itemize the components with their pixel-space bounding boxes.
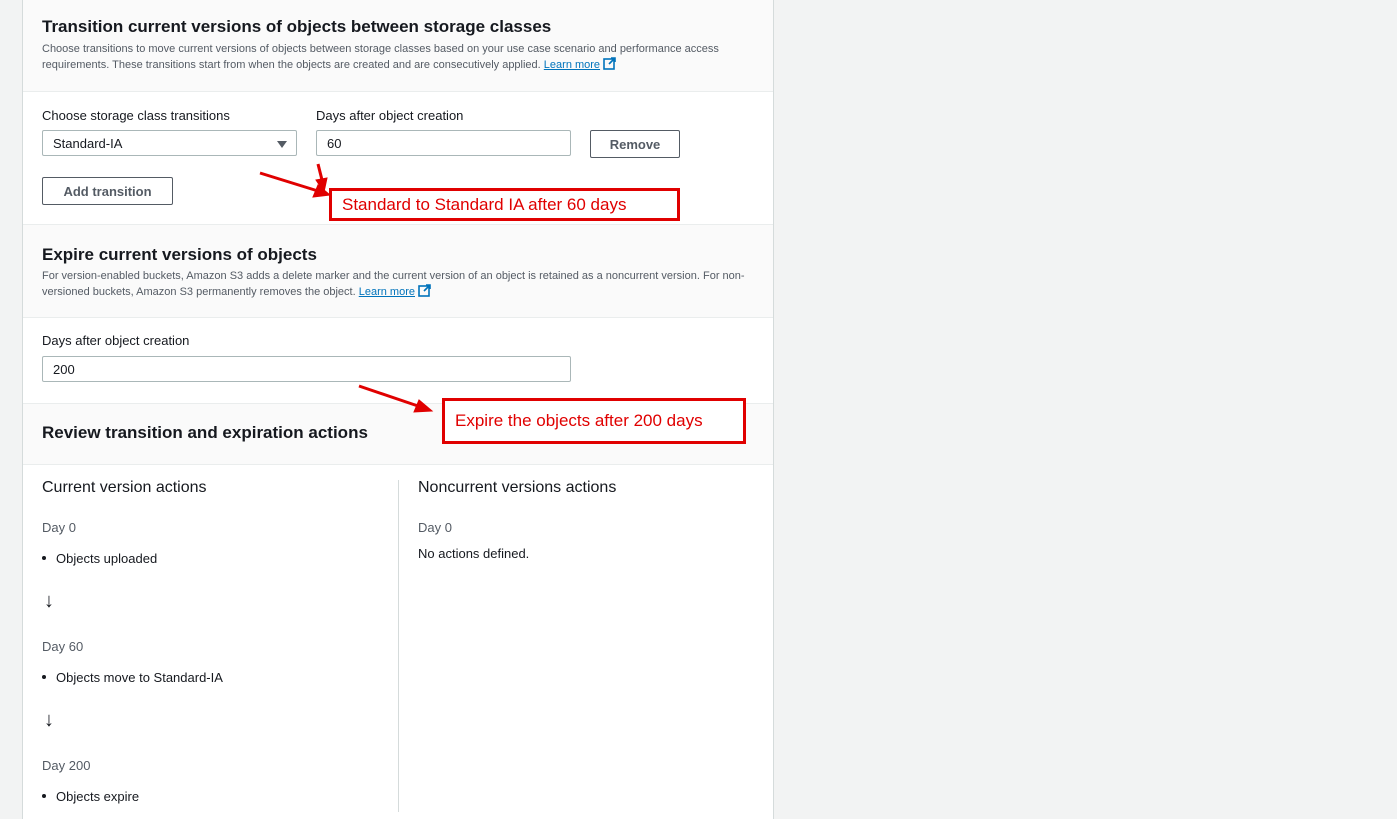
current-step-action: Objects move to Standard-IA <box>42 670 223 685</box>
learn-more-link[interactable]: Learn more <box>544 59 600 71</box>
transition-description-text: Choose transitions to move current versi… <box>42 43 719 71</box>
storage-class-selected-value: Standard-IA <box>53 136 123 151</box>
arrow-down-icon: ↓ <box>44 590 54 612</box>
expire-section-title: Expire current versions of objects <box>42 245 317 264</box>
transition-days-input[interactable]: 60 <box>316 130 571 156</box>
review-section-title: Review transition and expiration actions <box>42 423 368 442</box>
transition-annotation-box: Standard to Standard IA after 60 days <box>329 188 680 221</box>
current-step-action-text: Objects move to Standard-IA <box>56 670 223 685</box>
transition-days-label: Days after object creation <box>316 108 464 123</box>
expire-days-label: Days after object creation <box>42 333 190 348</box>
noncurrent-day: Day 0 <box>418 520 452 535</box>
expire-days-input[interactable]: 200 <box>42 356 571 382</box>
caret-down-icon <box>277 141 287 148</box>
current-step-day: Day 60 <box>42 639 84 654</box>
current-step-action-text: Objects uploaded <box>56 551 158 566</box>
current-step-action: Objects expire <box>42 789 139 804</box>
current-step-day: Day 0 <box>42 520 76 535</box>
add-transition-button[interactable]: Add transition <box>42 177 173 205</box>
expire-section-header: Expire current versions of objects For v… <box>23 224 773 318</box>
expire-annotation-box: Expire the objects after 200 days <box>442 398 746 444</box>
external-link-icon[interactable] <box>603 57 616 75</box>
current-step-action: Objects uploaded <box>42 551 157 566</box>
external-link-icon[interactable] <box>418 284 431 302</box>
column-divider <box>398 480 399 812</box>
storage-class-select[interactable]: Standard-IA <box>42 130 297 156</box>
current-step-action-text: Objects expire <box>56 789 140 804</box>
noncurrent-versions-actions-heading: Noncurrent versions actions <box>418 479 617 496</box>
transition-section-header: Transition current versions of objects b… <box>23 0 773 92</box>
expire-annotation-text: Expire the objects after 200 days <box>455 411 703 430</box>
transition-section-description: Choose transitions to move current versi… <box>42 42 752 75</box>
arrow-down-icon: ↓ <box>44 709 54 731</box>
storage-class-label: Choose storage class transitions <box>42 108 230 123</box>
noncurrent-no-actions-text: No actions defined. <box>418 546 530 561</box>
remove-transition-button[interactable]: Remove <box>590 130 680 158</box>
expire-section-description: For version-enabled buckets, Amazon S3 a… <box>42 269 752 302</box>
learn-more-link[interactable]: Learn more <box>359 286 415 298</box>
transition-annotation-text: Standard to Standard IA after 60 days <box>342 194 627 214</box>
current-version-actions-heading: Current version actions <box>42 479 207 496</box>
current-step-day: Day 200 <box>42 758 91 773</box>
transition-section-title: Transition current versions of objects b… <box>42 17 552 36</box>
